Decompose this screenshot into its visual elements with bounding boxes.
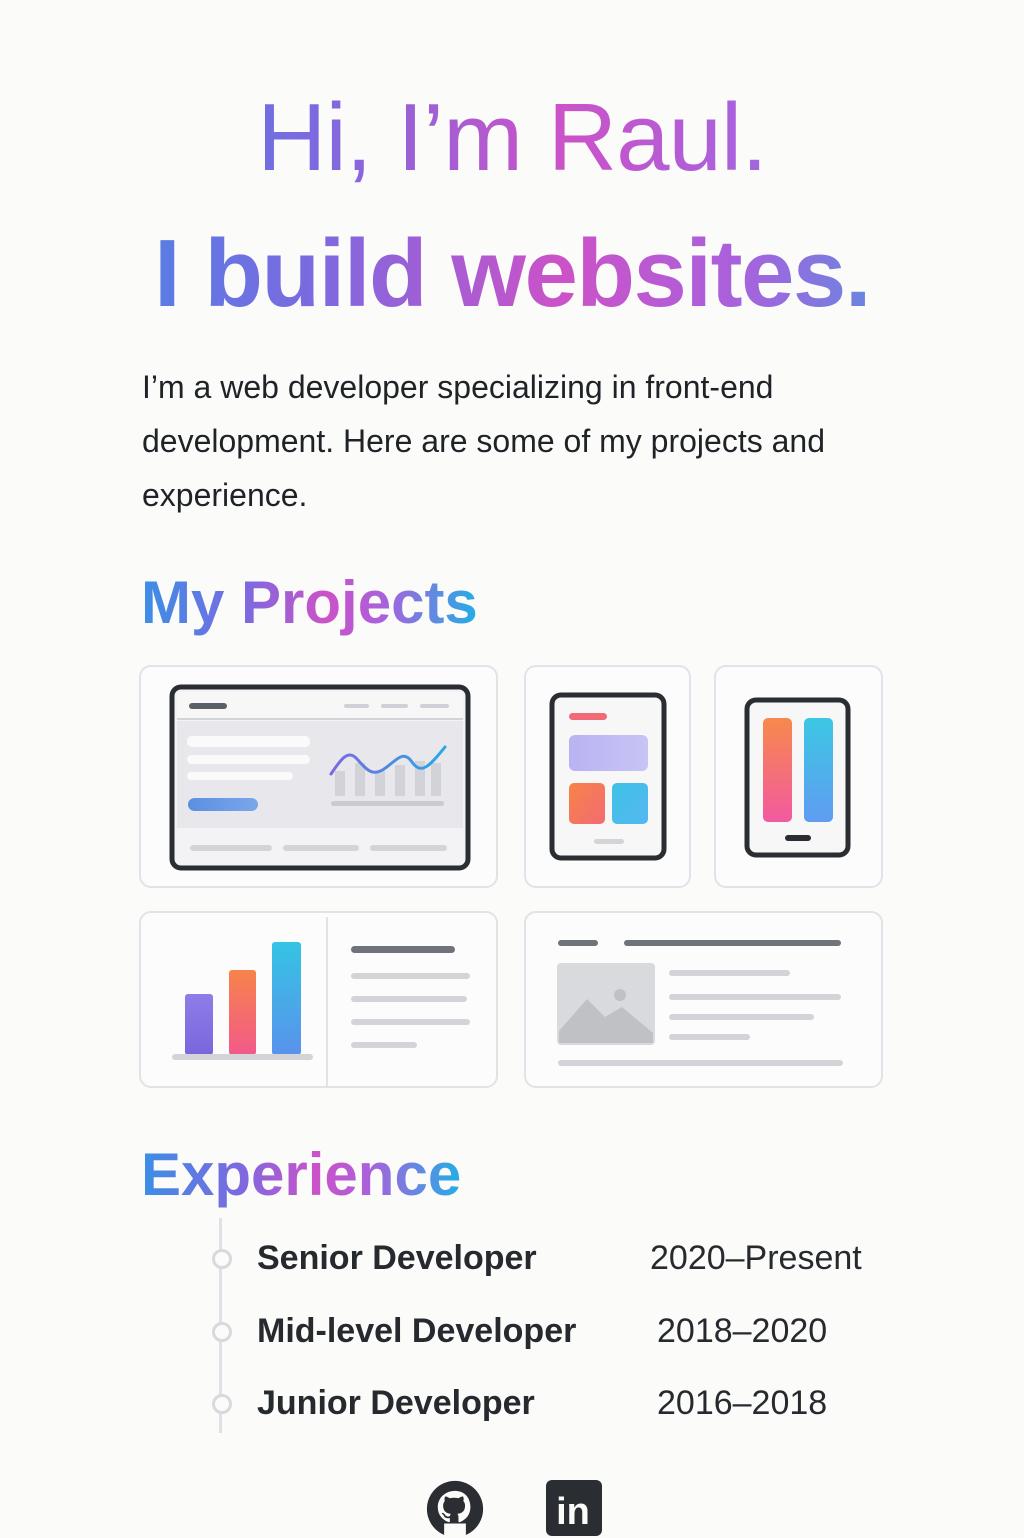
project-card-blog[interactable]	[524, 911, 883, 1088]
experience-dates: 2018–2020	[657, 1311, 827, 1351]
blog-article-illustration-icon	[526, 913, 881, 1086]
project-card-dashboard[interactable]	[139, 665, 498, 888]
project-card-analytics[interactable]	[139, 911, 498, 1088]
timeline-dot	[212, 1322, 232, 1342]
timeline-dot	[212, 1394, 232, 1414]
social-links: in	[0, 1478, 1024, 1536]
hero-greeting: Hi, I’m Raul.	[0, 78, 1024, 198]
experience-role: Senior Developer	[257, 1238, 537, 1278]
experience-heading: Experience	[141, 1140, 461, 1210]
experience-dates: 2020–Present	[650, 1238, 862, 1278]
experience-dates: 2016–2018	[657, 1383, 827, 1423]
desktop-dashboard-illustration-icon	[141, 667, 496, 886]
tablet-app-illustration-icon	[526, 667, 689, 886]
project-card-tablet[interactable]	[524, 665, 691, 888]
timeline-dot	[212, 1249, 232, 1269]
mobile-app-illustration-icon	[716, 667, 881, 886]
project-card-mobile[interactable]	[714, 665, 883, 888]
intro-paragraph: I’m a web developer specializing in fron…	[142, 360, 902, 522]
linkedin-icon[interactable]: in	[546, 1480, 602, 1536]
bar-chart-report-illustration-icon	[141, 913, 496, 1086]
experience-role: Mid-level Developer	[257, 1311, 576, 1351]
linkedin-label: in	[556, 1491, 590, 1533]
projects-heading: My Projects	[141, 568, 478, 638]
hero-tagline: I build websites.	[0, 214, 1024, 334]
github-icon[interactable]	[423, 1480, 487, 1538]
experience-role: Junior Developer	[257, 1383, 535, 1423]
